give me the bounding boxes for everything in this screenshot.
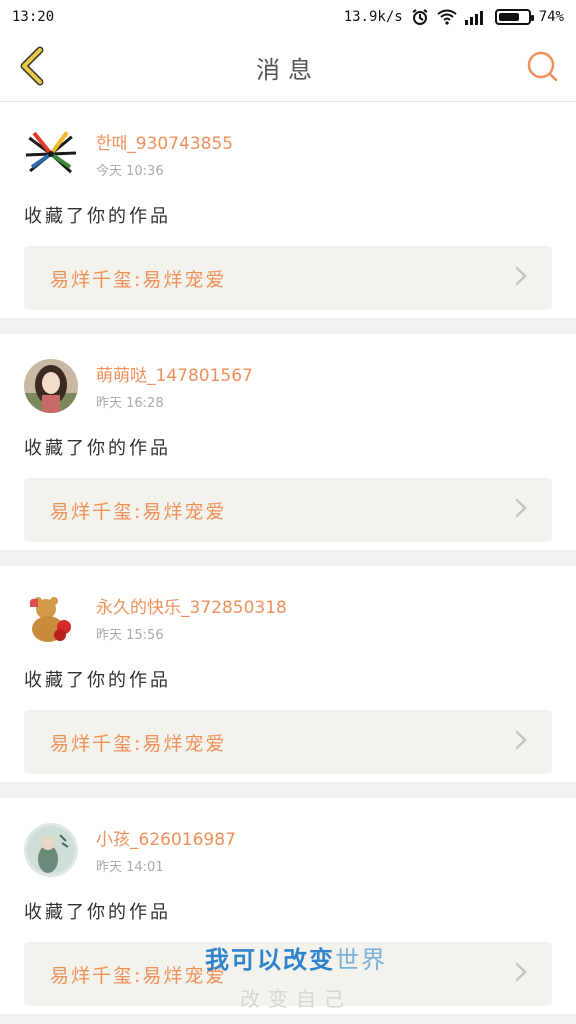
back-button[interactable] bbox=[12, 46, 52, 90]
avatar[interactable] bbox=[24, 359, 78, 413]
status-right: 13.9k/s 74% bbox=[344, 8, 564, 26]
signal-icon bbox=[464, 9, 487, 25]
watermark-accent: 我可以改变 bbox=[205, 946, 335, 974]
avatar[interactable] bbox=[24, 127, 78, 181]
user-meta: 小孩_626016987 昨天 14:01 bbox=[96, 825, 236, 875]
avatar[interactable] bbox=[24, 591, 78, 645]
chevron-right-icon bbox=[514, 265, 528, 291]
message-header: 萌萌哒_147801567 昨天 16:28 bbox=[24, 358, 552, 414]
work-link[interactable]: 易烊千玺:易烊宠爱 bbox=[24, 478, 552, 542]
message-header: 한때_930743855 今天 10:36 bbox=[24, 126, 552, 182]
timestamp: 今天 10:36 bbox=[96, 164, 164, 179]
timestamp: 昨天 15:56 bbox=[96, 628, 164, 643]
watermark: 我可以改变世界 改变自己 bbox=[186, 940, 406, 1020]
user-meta: 永久的快乐_372850318 昨天 15:56 bbox=[96, 593, 287, 643]
search-icon bbox=[526, 50, 558, 86]
battery-fill bbox=[498, 13, 520, 21]
message-card[interactable]: 永久的快乐_372850318 昨天 15:56 收藏了你的作品 易烊千玺:易烊… bbox=[0, 566, 576, 782]
avatar[interactable] bbox=[24, 823, 78, 877]
page-title: 消息 bbox=[256, 56, 320, 84]
timestamp: 昨天 16:28 bbox=[96, 396, 164, 411]
username[interactable]: 한때_930743855 bbox=[96, 129, 233, 154]
user-meta: 한때_930743855 今天 10:36 bbox=[96, 129, 233, 179]
search-button[interactable] bbox=[524, 50, 560, 86]
battery-percent: 74% bbox=[538, 9, 564, 25]
work-title: 易烊千玺:易烊宠爱 bbox=[50, 268, 227, 291]
status-time: 13:20 bbox=[12, 9, 55, 25]
watermark-rest: 世界 bbox=[335, 946, 387, 974]
chevron-right-icon bbox=[514, 729, 528, 755]
message-header: 永久的快乐_372850318 昨天 15:56 bbox=[24, 590, 552, 646]
message-header: 小孩_626016987 昨天 14:01 bbox=[24, 822, 552, 878]
username[interactable]: 小孩_626016987 bbox=[96, 825, 236, 850]
message-card[interactable]: 萌萌哒_147801567 昨天 16:28 收藏了你的作品 易烊千玺:易烊宠爱 bbox=[0, 334, 576, 550]
work-link[interactable]: 易烊千玺:易烊宠爱 bbox=[24, 246, 552, 310]
app-bar: 消息 bbox=[0, 34, 576, 102]
chevron-left-icon bbox=[17, 46, 47, 90]
message-list: 한때_930743855 今天 10:36 收藏了你的作品 易烊千玺:易烊宠爱 bbox=[0, 102, 576, 1024]
chevron-right-icon bbox=[514, 961, 528, 987]
work-title: 易烊千玺:易烊宠爱 bbox=[50, 732, 227, 755]
message-card[interactable]: 한때_930743855 今天 10:36 收藏了你的作品 易烊千玺:易烊宠爱 bbox=[0, 102, 576, 318]
action-text: 收藏了你的作品 bbox=[24, 438, 171, 459]
username[interactable]: 萌萌哒_147801567 bbox=[96, 361, 253, 386]
action-text: 收藏了你的作品 bbox=[24, 670, 171, 691]
watermark-line1: 我可以改变世界 bbox=[186, 940, 406, 975]
work-link[interactable]: 易烊千玺:易烊宠爱 bbox=[24, 710, 552, 774]
network-speed: 13.9k/s bbox=[343, 9, 403, 25]
wifi-icon bbox=[437, 9, 457, 25]
username[interactable]: 永久的快乐_372850318 bbox=[96, 593, 287, 618]
work-title: 易烊千玺:易烊宠爱 bbox=[50, 500, 227, 523]
alarm-icon bbox=[411, 8, 429, 26]
chevron-right-icon bbox=[514, 497, 528, 523]
timestamp: 昨天 14:01 bbox=[96, 860, 164, 875]
watermark-line2: 改变自己 bbox=[240, 987, 352, 1011]
battery-icon bbox=[494, 9, 534, 25]
action-text: 收藏了你的作品 bbox=[24, 902, 171, 923]
status-bar: 13:20 13.9k/s 74% bbox=[0, 0, 576, 34]
action-text: 收藏了你的作品 bbox=[24, 206, 171, 227]
user-meta: 萌萌哒_147801567 昨天 16:28 bbox=[96, 361, 253, 411]
